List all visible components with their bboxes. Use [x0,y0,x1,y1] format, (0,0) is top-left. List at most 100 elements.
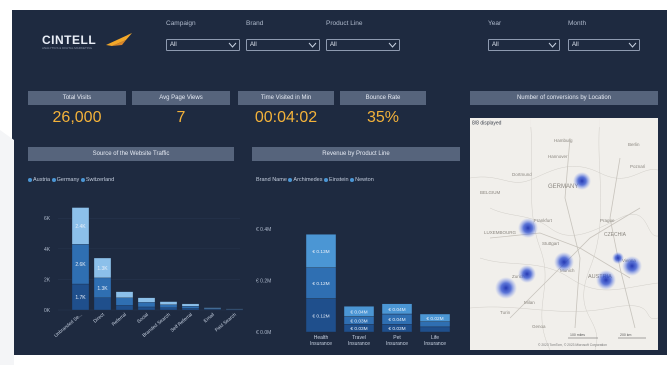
map-labels: Hamburg Berlin Hannover Dortmund BELGIUM… [480,138,646,329]
brand-dropdown-value: All [250,41,257,48]
map-label: Frankfurt [534,218,553,223]
data-label: € 0.04M [388,307,405,313]
traffic-bar-segment [181,303,200,307]
revenue-legend: Brand Name Archimedes Einstein Newton [256,177,374,183]
x-tick-label: Direct [92,312,106,325]
legend-item-switzerland[interactable]: Switzerland [80,177,114,183]
conversion-bubble[interactable] [518,218,538,238]
product-line-dropdown[interactable]: All [326,39,400,51]
map-label: Hannover [548,154,568,159]
data-label: 1.3K [97,266,108,272]
x-tick-label: Email [203,312,216,324]
data-label: € 0.12M [312,313,329,319]
traffic-bar-segment [159,304,178,308]
traffic-bar-segment [93,297,112,311]
y-tick-label: € 0.2M [256,279,271,285]
map-scale-miles: 100 miles [570,333,585,337]
legend-item-austria[interactable]: Austria [28,177,50,183]
map-scale-bar: 100 miles 200 km [568,333,646,339]
chevron-down-icon [388,42,397,48]
map-label: Poznań [630,164,646,169]
month-dropdown[interactable]: All [568,39,640,51]
traffic-bar-segment [115,297,134,306]
map-label: Genoa [532,324,546,329]
traffic-bar-segment [181,308,200,311]
x-tick-label: Paid Search [214,312,238,334]
legend-dot-icon [80,177,85,182]
data-label: 2.4K [75,224,86,230]
traffic-chart-title: Source of the Website Traffic [28,147,234,161]
kpi-time-visited-label: Time Visited in Min [238,91,334,105]
map-label: Prague [600,218,615,223]
kpi-avg-page-views-label: Avg Page Views [132,91,230,105]
conversion-bubble[interactable] [596,270,616,290]
map-label: Stuttgart [542,241,560,246]
traffic-bar-segment [159,301,178,305]
revenue-bar-segment [419,321,451,328]
year-dropdown[interactable]: All [488,39,560,51]
filter-label-brand: Brand [246,20,264,27]
map-label: BELGIUM [480,190,501,195]
conversions-map[interactable]: Hamburg Berlin Hannover Dortmund BELGIUM… [470,118,658,350]
chevron-down-icon [308,42,317,48]
data-label: € 0.03M [350,326,367,332]
filter-label-campaign: Campaign [166,20,196,27]
traffic-legend: Austria Germany Switzerland [28,177,114,183]
map-label: Milan [524,300,535,305]
conversion-bubble[interactable] [495,277,517,299]
data-label: € 0.04M [350,309,367,315]
traffic-bar-segment [137,306,156,311]
y-tick-label: 0K [44,308,51,314]
revenue-legend-title: Brand Name [256,177,287,183]
revenue-bar-segment [419,326,451,333]
map-label: LUXEMBOURG [484,230,517,235]
map-label: Berlin [628,142,640,147]
traffic-bar-segment [137,302,156,308]
map-title: Number of conversions by Location [470,91,658,105]
chevron-down-icon [228,42,237,48]
kpi-bounce-rate-value: 35% [366,109,400,126]
logo-tagline: ANALYTICS & DIGITAL MARKETING [42,46,93,50]
map-scale-km: 200 km [620,333,632,337]
kpi-avg-page-views-value: 7 [176,109,186,126]
campaign-dropdown-value: All [170,41,177,48]
y-tick-label: € 0.0M [256,330,271,336]
conversion-bubble[interactable] [518,265,536,283]
data-label: 2.6K [75,262,86,268]
traffic-bar-segment [115,291,134,298]
map-label: GERMANY [548,184,578,190]
data-label: € 0.04M [388,317,405,323]
conversion-bubble[interactable] [612,252,624,264]
traffic-bar-segment [159,307,178,311]
x-tick-label: Insurance [348,341,370,347]
legend-item-einstein[interactable]: Einstein [324,177,349,183]
conversion-bubble[interactable] [573,172,591,190]
kpi-bounce-rate-label: Bounce Rate [340,91,426,105]
conversion-bubble[interactable] [622,256,642,276]
company-logo: CINTELL ANALYTICS & DIGITAL MARKETING [42,29,134,55]
legend-dot-icon [350,177,355,182]
traffic-bar-segment [225,308,244,310]
traffic-bar-segment [137,297,156,303]
x-tick-label: Unbranded Se... [53,312,84,339]
data-label: 1.3K [97,286,108,292]
x-tick-label: Social [136,312,150,325]
legend-dot-icon [288,177,293,182]
legend-item-germany[interactable]: Germany [51,177,79,183]
data-label: € 0.02M [426,316,443,322]
revenue-chart-title: Revenue by Product Line [252,147,460,161]
legend-item-archimedes[interactable]: Archimedes [288,177,322,183]
conversion-bubble[interactable] [554,252,574,272]
brand-dropdown[interactable]: All [246,39,320,51]
traffic-bar-segment [181,306,200,309]
x-tick-label: Insurance [386,341,408,347]
page-margin-shadow [0,130,14,365]
legend-dot-icon [324,177,328,182]
year-dropdown-value: All [492,41,499,48]
logo-text: CINTELL [42,33,97,47]
campaign-dropdown[interactable]: All [166,39,240,51]
chevron-down-icon [628,42,637,48]
filter-label-year: Year [488,20,502,27]
legend-dot-icon [51,177,56,182]
legend-item-newton[interactable]: Newton [350,177,374,183]
